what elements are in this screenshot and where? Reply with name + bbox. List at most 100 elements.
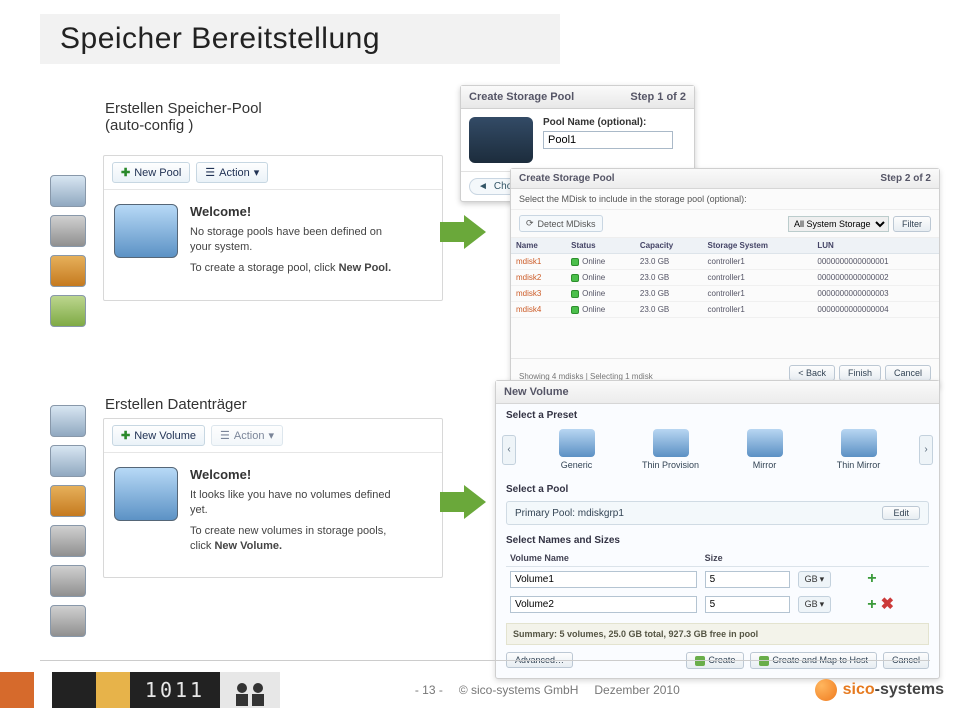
volume-row: GB ▾ +✖	[506, 591, 929, 617]
footer-date: Dezember 2010	[594, 683, 679, 697]
cell-capacity: 23.0 GB	[635, 254, 703, 270]
nav-icon[interactable]	[50, 215, 86, 247]
slide-footer: 1011 - 13 - © sico-systems GmbH Dezember…	[0, 672, 960, 708]
back-button[interactable]: < Back	[789, 365, 835, 381]
chevron-down-icon: ▾	[254, 166, 260, 179]
pool-name-label: Pool Name (optional):	[543, 117, 673, 128]
detect-mdisks-button[interactable]: ⟳Detect MDisks	[519, 215, 603, 232]
page-number: - 13 -	[415, 683, 443, 697]
dialog-step: Step 1 of 2	[630, 91, 686, 103]
new-pool-button[interactable]: ✚New Pool	[112, 162, 190, 183]
volume-size-input[interactable]	[705, 571, 790, 588]
action-button[interactable]: ☰ Action ▾	[211, 425, 283, 446]
dialog-title: New Volume	[496, 381, 939, 404]
nav-icon[interactable]	[50, 295, 86, 327]
arrow-icon	[440, 485, 486, 519]
table-row[interactable]: mdisk2Online23.0 GBcontroller10000000000…	[511, 270, 939, 286]
mdisk-table: NameStatusCapacityStorage SystemLUN mdis…	[511, 238, 939, 318]
preset-next-button[interactable]: ›	[919, 435, 933, 465]
volume-name-input[interactable]	[510, 571, 697, 588]
arrow-icon	[440, 215, 486, 249]
dialog-title: Create Storage Pool	[469, 91, 574, 103]
cell-status: Online	[566, 302, 635, 318]
add-row-button[interactable]: +	[865, 596, 878, 613]
volume-illustration-icon	[114, 467, 178, 521]
copyright: © sico-systems GmbH	[459, 683, 579, 697]
welcome-line: It looks like you have no volumes define…	[190, 488, 400, 518]
nav-icon[interactable]	[50, 175, 86, 207]
col-header[interactable]: Name	[511, 238, 566, 254]
cell-capacity: 23.0 GB	[635, 286, 703, 302]
preset-option[interactable]: Generic	[535, 429, 619, 470]
btn-label: New Pool	[134, 167, 181, 179]
remove-row-button[interactable]: ✖	[879, 596, 896, 613]
cell-system: controller1	[703, 302, 813, 318]
volume-size-input[interactable]	[705, 596, 790, 613]
col-name: Volume Name	[506, 550, 701, 567]
nav-icon[interactable]	[50, 565, 86, 597]
finish-button[interactable]: Finish	[839, 365, 881, 381]
preset-icon	[747, 429, 783, 457]
primary-pool-label: Primary Pool: mdiskgrp1	[515, 508, 624, 519]
dialog-step: Step 2 of 2	[880, 173, 931, 184]
welcome-line: To create new volumes in storage pools, …	[190, 524, 400, 554]
welcome-line: No storage pools have been defined on yo…	[190, 225, 400, 255]
storage-filter-select[interactable]: All System Storage	[788, 216, 889, 232]
table-row[interactable]: mdisk1Online23.0 GBcontroller10000000000…	[511, 254, 939, 270]
add-row-button[interactable]: +	[865, 570, 878, 587]
filter-button[interactable]: Filter	[893, 216, 931, 232]
nav-icons-lower	[50, 405, 90, 637]
cell-lun: 0000000000000001	[812, 254, 939, 270]
col-header[interactable]: Storage System	[703, 238, 813, 254]
cell-status: Online	[566, 286, 635, 302]
new-volume-button[interactable]: ✚New Volume	[112, 425, 205, 446]
chevron-down-icon: ▾	[820, 574, 825, 585]
preset-label: Thin Provision	[642, 460, 699, 470]
section-names-title: Select Names and Sizes	[496, 529, 939, 548]
preset-prev-button[interactable]: ‹	[502, 435, 516, 465]
status-online-icon	[571, 306, 579, 314]
unit-select[interactable]: GB ▾	[798, 596, 832, 613]
preset-label: Generic	[561, 460, 593, 470]
preset-row: ‹ Generic Thin Provision Mirror Thin Mirror…	[496, 423, 939, 478]
col-header[interactable]: Status	[566, 238, 635, 254]
preset-option[interactable]: Thin Provision	[629, 429, 713, 470]
nav-icon[interactable]	[50, 525, 86, 557]
chevron-left-icon: ◄	[478, 181, 488, 192]
preset-option[interactable]: Mirror	[723, 429, 807, 470]
edit-pool-button[interactable]: Edit	[882, 506, 920, 520]
pool-name-input[interactable]	[543, 131, 673, 149]
preset-icon	[841, 429, 877, 457]
toolbar: ✚New Volume ☰ Action ▾	[104, 419, 442, 453]
create-pool-step2-dialog: Create Storage PoolStep 2 of 2 Select th…	[510, 168, 940, 388]
preset-option[interactable]: Thin Mirror	[817, 429, 901, 470]
volume-name-input[interactable]	[510, 596, 697, 613]
preset-label: Thin Mirror	[837, 460, 881, 470]
cell-capacity: 23.0 GB	[635, 302, 703, 318]
cancel-button[interactable]: Cancel	[885, 365, 931, 381]
cell-name: mdisk1	[511, 254, 566, 270]
welcome-text: Welcome! No storage pools have been defi…	[190, 204, 400, 282]
cell-system: controller1	[703, 270, 813, 286]
col-header[interactable]: Capacity	[635, 238, 703, 254]
action-button[interactable]: ☰ Action ▾	[196, 162, 268, 183]
nav-icon[interactable]	[50, 445, 86, 477]
nav-icon[interactable]	[50, 485, 86, 517]
slide-title-bar: Speicher Bereitstellung	[40, 14, 560, 64]
table-row[interactable]: mdisk4Online23.0 GBcontroller10000000000…	[511, 302, 939, 318]
chevron-down-icon: ▾	[820, 599, 825, 610]
preset-icon	[653, 429, 689, 457]
unit-select[interactable]: GB ▾	[798, 571, 832, 588]
preset-icon	[559, 429, 595, 457]
preset-label: Mirror	[753, 460, 777, 470]
nav-icon[interactable]	[50, 255, 86, 287]
cell-lun: 0000000000000004	[812, 302, 939, 318]
table-row[interactable]: mdisk3Online23.0 GBcontroller10000000000…	[511, 286, 939, 302]
cell-name: mdisk2	[511, 270, 566, 286]
col-header[interactable]: LUN	[812, 238, 939, 254]
nav-icon[interactable]	[50, 605, 86, 637]
col-size: Size	[701, 550, 929, 567]
cell-name: mdisk3	[511, 286, 566, 302]
cell-status: Online	[566, 254, 635, 270]
nav-icon[interactable]	[50, 405, 86, 437]
